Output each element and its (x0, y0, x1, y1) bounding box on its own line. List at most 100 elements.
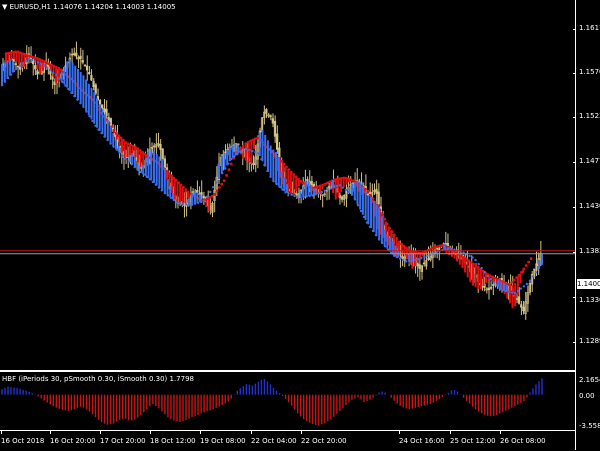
blue-signal-dot (534, 271, 538, 274)
time-label: 22 Oct 04:00 (251, 437, 297, 445)
red-signal-dot (229, 162, 233, 166)
red-signal-dot (227, 168, 231, 172)
red-signal-dot (431, 246, 435, 250)
price-label: 1.12890 (579, 337, 600, 345)
blue-signal-dot (399, 257, 402, 260)
blue-signal-dot (341, 186, 345, 189)
candle-body (88, 72, 91, 75)
price-tick (573, 29, 576, 30)
blue-signal-dot (30, 58, 34, 62)
blue-signal-dot (175, 201, 179, 204)
blue-signal-dot (55, 73, 58, 77)
time-tick (500, 431, 501, 434)
indicator-min-label: -3.5582 (579, 422, 600, 430)
red-signal-dot (527, 260, 531, 264)
blue-signal-dot (181, 202, 185, 205)
red-signal-dot (213, 193, 216, 196)
blue-signal-dot (242, 148, 245, 151)
price-axis[interactable]: 1.16175 1.15705 1.15235 1.14770 1.14300 … (573, 0, 600, 450)
red-signal-dot (368, 193, 372, 197)
red-signal-dot (222, 179, 226, 183)
candle-body (72, 53, 76, 56)
time-label: 16 Oct 20:00 (50, 437, 96, 445)
candle-body (366, 193, 370, 196)
time-label: 17 Oct 20:00 (100, 437, 146, 445)
candle-body (418, 264, 421, 269)
time-axis[interactable]: 16 Oct 2018 16 Oct 20:00 17 Oct 20:00 18… (0, 430, 575, 451)
blue-signal-dot (21, 62, 25, 65)
blue-signal-dot (338, 184, 342, 187)
price-label: 1.13360 (579, 296, 600, 304)
candle-body (340, 196, 344, 200)
blue-signal-dot (525, 282, 529, 286)
blue-signal-dot (417, 257, 420, 261)
blue-signal-dot (139, 170, 142, 174)
price-label: 1.15705 (579, 68, 600, 76)
candle-body (522, 306, 525, 312)
candle-body (85, 65, 89, 71)
blue-signal-dot (178, 202, 182, 205)
candle-body (161, 148, 164, 159)
red-signal-dot (436, 245, 439, 249)
blue-signal-dot (402, 258, 405, 262)
blue-signal-dot (58, 77, 61, 80)
red-signal-dot (529, 257, 533, 260)
time-tick (200, 431, 201, 434)
blue-signal-dot (248, 148, 251, 152)
blue-signal-dot (522, 285, 526, 288)
blue-signal-dot (37, 61, 40, 64)
candle-body (92, 80, 95, 87)
blue-signal-dot (323, 189, 326, 192)
indicator-zero-label: 0.00 (579, 392, 595, 400)
candle-body (36, 70, 39, 75)
candle-body (163, 158, 166, 169)
current-price-marker: 1.14005 (577, 279, 600, 289)
blue-signal-dot (329, 187, 333, 190)
blue-signal-dot (46, 66, 49, 70)
candle-body (75, 52, 78, 57)
blue-signal-dot (492, 281, 495, 284)
blue-signal-dot (202, 199, 206, 203)
blue-signal-dot (254, 151, 257, 154)
blue-signal-dot (239, 150, 242, 154)
blue-signal-dot (423, 255, 426, 259)
price-chart[interactable] (0, 0, 575, 370)
time-label: 26 Oct 08:00 (500, 437, 546, 445)
candle-body (517, 296, 521, 304)
price-chart-canvas[interactable] (0, 0, 575, 370)
blue-signal-dot (88, 115, 91, 118)
red-signal-dot (210, 194, 214, 198)
candle-body (273, 120, 277, 137)
blue-signal-dot (447, 247, 450, 250)
candle-body (271, 118, 274, 124)
blue-signal-dot (326, 188, 330, 191)
candle-body (446, 242, 449, 247)
blue-signal-dot (293, 194, 296, 198)
candle-body (377, 191, 380, 205)
red-signal-dot (433, 245, 437, 249)
red-signal-dot (524, 264, 528, 267)
candle-body (295, 193, 298, 196)
blue-signal-dot (519, 287, 523, 290)
candle-body (515, 298, 519, 300)
red-signal-dot (301, 181, 305, 185)
blue-signal-dot (24, 59, 28, 63)
blue-signal-dot (528, 279, 532, 282)
red-signal-dot (220, 182, 224, 186)
candle-body (265, 109, 268, 114)
blue-signal-dot (27, 57, 31, 61)
blue-signal-dot (450, 247, 453, 251)
blue-signal-dot (49, 68, 52, 72)
blue-signal-dot (510, 291, 514, 294)
time-label: 18 Oct 12:00 (150, 437, 196, 445)
candle-body (34, 65, 37, 70)
price-label: 1.16175 (579, 24, 600, 32)
blue-signal-dot (52, 71, 55, 74)
red-signal-dot (256, 136, 260, 140)
blue-signal-dot (118, 151, 121, 154)
blue-signal-dot (211, 186, 215, 189)
blue-signal-dot (516, 289, 520, 293)
price-label: 1.13830 (579, 247, 600, 255)
candle-body (90, 75, 93, 81)
indicator-max-label: 2.1654 (579, 376, 600, 384)
